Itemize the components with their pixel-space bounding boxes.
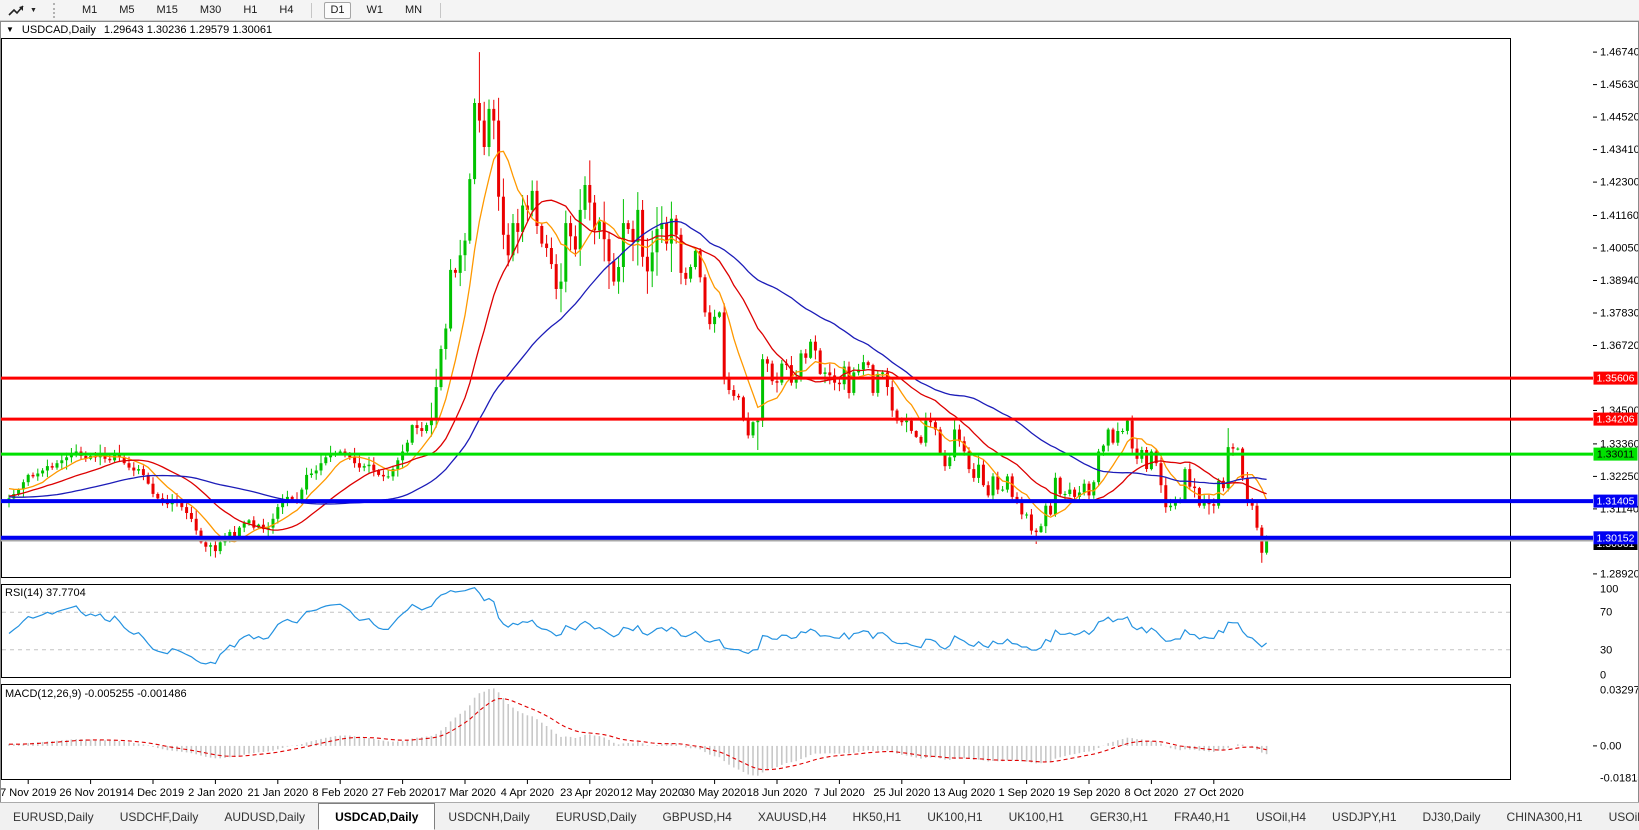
svg-text:27 Oct 2020: 27 Oct 2020 <box>1184 787 1244 799</box>
svg-text:13 Aug 2020: 13 Aug 2020 <box>933 787 995 799</box>
chart-tab-fra40-h1[interactable]: FRA40,H1 <box>1161 803 1243 830</box>
svg-text:1.31405: 1.31405 <box>1597 496 1635 508</box>
price-level-badge-1.31405: 1.31405 <box>1594 495 1638 508</box>
timeframe-button-m1[interactable]: M1 <box>76 2 103 19</box>
svg-text:8 Oct 2020: 8 Oct 2020 <box>1124 787 1178 799</box>
svg-text:100: 100 <box>1600 584 1618 596</box>
timeframe-button-mn[interactable]: MN <box>399 2 428 19</box>
timeframe-button-d1[interactable]: D1 <box>324 2 350 19</box>
chart-canvas[interactable]: 1.46740 1.45630 1.44520 1.43410 1.42300 1.411… <box>1 38 1638 800</box>
chart-collapse-icon[interactable]: ▼ <box>6 25 14 35</box>
svg-text:1.36720: 1.36720 <box>1600 340 1638 352</box>
svg-text:2 Jan 2020: 2 Jan 2020 <box>188 787 242 799</box>
svg-text:1.45630: 1.45630 <box>1600 79 1638 91</box>
timeframe-button-h4[interactable]: H4 <box>273 2 299 19</box>
svg-text:17 Mar 2020: 17 Mar 2020 <box>434 787 496 799</box>
chart-tab-usoil-h4[interactable]: USOil,H4 <box>1243 803 1319 830</box>
svg-text:23 Apr 2020: 23 Apr 2020 <box>560 787 619 799</box>
chart-cursor-icon-svg <box>8 3 26 17</box>
svg-text:1.43410: 1.43410 <box>1600 144 1638 156</box>
svg-text:1.40050: 1.40050 <box>1600 243 1638 255</box>
chart-cursor-icon[interactable] <box>4 2 30 18</box>
timeframe-button-w1[interactable]: W1 <box>361 2 390 19</box>
chart-tab-eurusd-daily[interactable]: EURUSD,Daily <box>543 803 650 830</box>
svg-text:1.35606: 1.35606 <box>1597 373 1635 385</box>
svg-text:70: 70 <box>1600 607 1612 619</box>
chart-tab-usdcnh-daily[interactable]: USDCNH,Daily <box>435 803 542 830</box>
svg-text:1.42300: 1.42300 <box>1600 177 1638 189</box>
timeframe-toolbar: ▼ M1 M5 M15 M30 H1 H4 D1 W1 MN <box>0 0 1639 21</box>
chart-tab-china300-h1[interactable]: CHINA300,H1 <box>1494 803 1596 830</box>
svg-text:0.032972: 0.032972 <box>1600 685 1638 697</box>
svg-text:26 Nov 2019: 26 Nov 2019 <box>59 787 121 799</box>
chart-tab-usdcad-daily[interactable]: USDCAD,Daily <box>318 803 435 830</box>
chart-tab-xauusd-h4[interactable]: XAUUSD,H4 <box>745 803 840 830</box>
macd-indicator-label: MACD(12,26,9) -0.005255 -0.001486 <box>5 688 187 700</box>
chart-tab-usdjpy-h1[interactable]: USDJPY,H1 <box>1319 803 1409 830</box>
svg-text:1.30152: 1.30152 <box>1597 532 1635 544</box>
svg-text:25 Jul 2020: 25 Jul 2020 <box>873 787 930 799</box>
chart-tab-audusd-daily[interactable]: AUDUSD,Daily <box>211 803 318 830</box>
price-level-badge-1.35606: 1.35606 <box>1594 372 1638 385</box>
chart-tab-usdchf-daily[interactable]: USDCHF,Daily <box>107 803 212 830</box>
svg-text:30 May 2020: 30 May 2020 <box>683 787 747 799</box>
price-level-badge-1.30152: 1.30152 <box>1594 531 1638 544</box>
chart-tab-uk100-h1[interactable]: UK100,H1 <box>996 803 1077 830</box>
svg-text:4 Apr 2020: 4 Apr 2020 <box>501 787 554 799</box>
date-axis[interactable]: 7 Nov 201926 Nov 201914 Dec 2019 2 Jan 20… <box>1 780 1244 799</box>
chart-tab-dj30-daily[interactable]: DJ30,Daily <box>1410 803 1494 830</box>
toolbar-grip[interactable] <box>53 3 55 18</box>
price-level-badge-1.34206: 1.34206 <box>1594 413 1638 426</box>
svg-text:1.32250: 1.32250 <box>1600 471 1638 483</box>
chart-ohlc-values: 1.29643 1.30236 1.29579 1.30061 <box>104 24 272 36</box>
toolbar-separator <box>311 3 312 18</box>
chart-window: ▼ USDCAD,Daily 1.29643 1.30236 1.29579 1… <box>0 21 1639 803</box>
rsi-indicator-label: RSI(14) 37.7704 <box>5 587 86 599</box>
svg-text:1.46740: 1.46740 <box>1600 47 1638 59</box>
timeframe-button-m30[interactable]: M30 <box>194 2 227 19</box>
chart-tab-uk100-h1[interactable]: UK100,H1 <box>914 803 995 830</box>
toolbar-dropdown-caret-icon[interactable]: ▼ <box>30 7 41 14</box>
svg-text:1.28920: 1.28920 <box>1600 568 1638 580</box>
svg-text:12 May 2020: 12 May 2020 <box>620 787 684 799</box>
timeframe-buttons: M1 M5 M15 M30 H1 H4 D1 W1 MN <box>71 2 448 19</box>
timeframe-button-m15[interactable]: M15 <box>151 2 184 19</box>
svg-text:19 Sep 2020: 19 Sep 2020 <box>1058 787 1120 799</box>
svg-text:1.37830: 1.37830 <box>1600 308 1638 320</box>
chart-tab-usoil-h1[interactable]: USOil,H1 <box>1596 803 1639 830</box>
svg-text:7 Jul 2020: 7 Jul 2020 <box>814 787 865 799</box>
chart-symbol-title: USDCAD,Daily <box>22 24 96 36</box>
svg-text:8 Feb 2020: 8 Feb 2020 <box>312 787 368 799</box>
chart-title-bar: ▼ USDCAD,Daily 1.29643 1.30236 1.29579 1… <box>1 22 1638 38</box>
svg-text:1 Sep 2020: 1 Sep 2020 <box>998 787 1054 799</box>
chart-tab-gbpusd-h4[interactable]: GBPUSD,H4 <box>649 803 744 830</box>
svg-text:1.33011: 1.33011 <box>1597 449 1634 461</box>
timeframe-button-h1[interactable]: H1 <box>237 2 263 19</box>
chart-tab-hk50-h1[interactable]: HK50,H1 <box>840 803 915 830</box>
svg-text:-0.018154: -0.018154 <box>1600 773 1638 785</box>
chart-tab-ger30-h1[interactable]: GER30,H1 <box>1077 803 1161 830</box>
price-level-badge-1.33011: 1.33011 <box>1594 448 1638 461</box>
chart-tab-bar: EURUSD,DailyUSDCHF,DailyAUDUSD,DailyUSDC… <box>0 802 1639 830</box>
svg-text:21 Jan 2020: 21 Jan 2020 <box>248 787 309 799</box>
timeframe-button-m5[interactable]: M5 <box>113 2 140 19</box>
svg-text:18 Jun 2020: 18 Jun 2020 <box>747 787 808 799</box>
svg-text:7 Nov 2019: 7 Nov 2019 <box>1 787 56 799</box>
svg-text:14 Dec 2019: 14 Dec 2019 <box>122 787 184 799</box>
svg-text:1.38940: 1.38940 <box>1600 275 1638 287</box>
svg-text:1.34206: 1.34206 <box>1597 414 1635 426</box>
panel-frames <box>2 39 1511 780</box>
chart-tab-eurusd-daily[interactable]: EURUSD,Daily <box>0 803 107 830</box>
svg-text:1.41160: 1.41160 <box>1600 210 1638 222</box>
mt4-application: ▼ M1 M5 M15 M30 H1 H4 D1 W1 MN ▼ USDCAD,Daily 1.… <box>0 0 1639 830</box>
svg-text:1.44520: 1.44520 <box>1600 112 1638 124</box>
svg-text:0: 0 <box>1600 670 1606 682</box>
svg-text:27 Feb 2020: 27 Feb 2020 <box>372 787 434 799</box>
svg-text:30: 30 <box>1600 644 1612 656</box>
svg-text:0.00: 0.00 <box>1600 740 1621 752</box>
toolbar-separator <box>440 3 441 18</box>
